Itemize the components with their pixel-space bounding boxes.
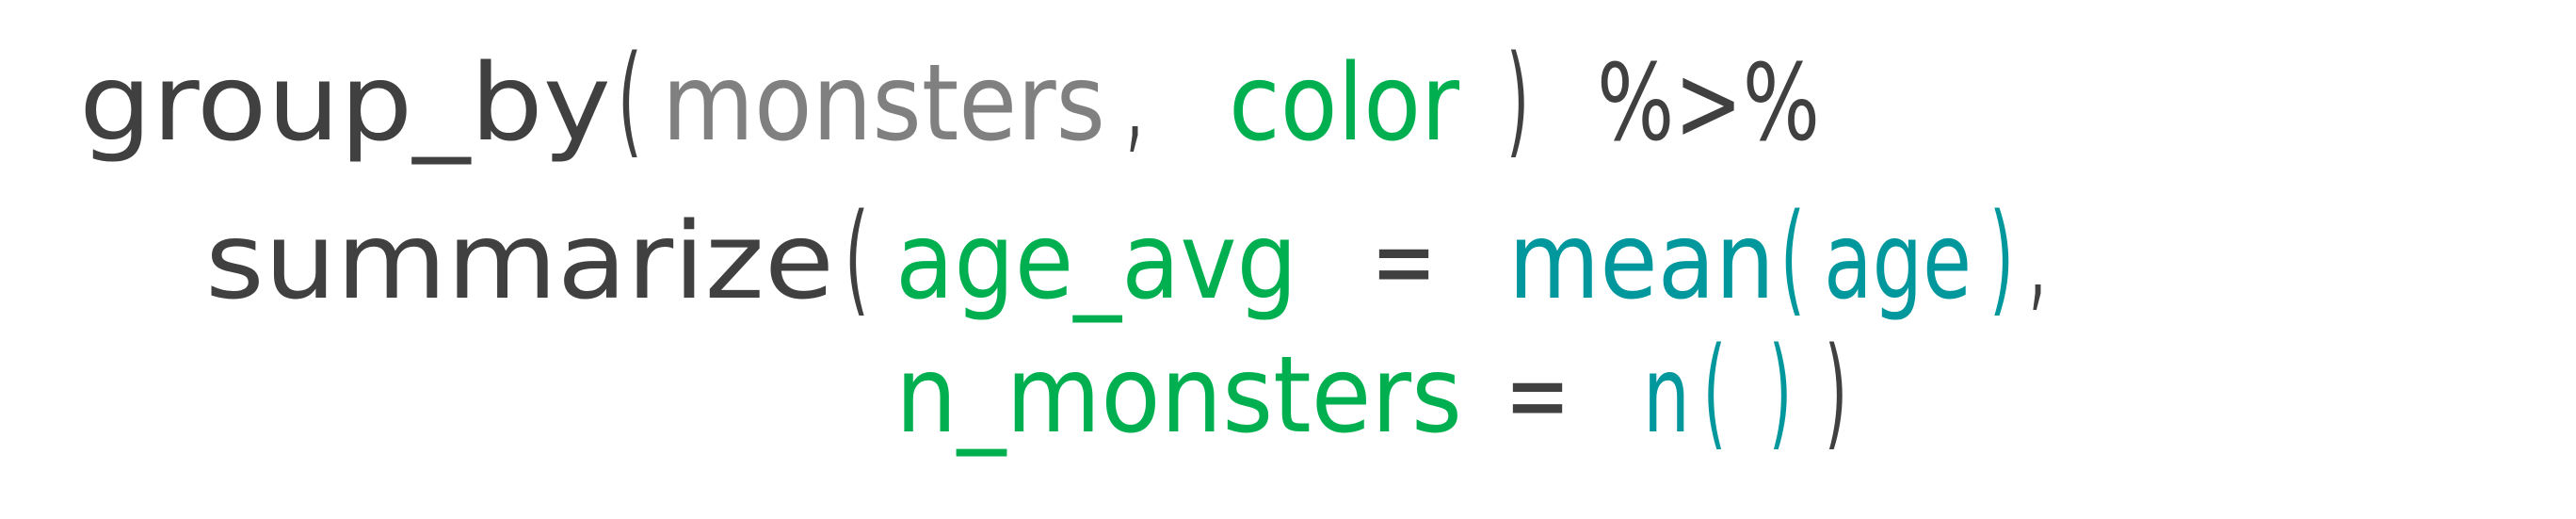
line-group-by: group_by ( monsters , color ) %>% (79, 30, 1820, 170)
close-paren: ) (1825, 322, 1847, 462)
open-paren: ( (1780, 188, 1805, 329)
new-column-name: age_avg (895, 201, 1297, 323)
mean-function: mean (1508, 201, 1775, 323)
summarize-function: summarize (205, 201, 834, 323)
equals-sign: = (1505, 334, 1570, 457)
comma: , (2029, 201, 2046, 323)
close-paren: ) (1989, 188, 2014, 329)
line-n-monsters: n_monsters = n ( ) ) (895, 322, 1847, 462)
code-diagram: group_by ( monsters , color ) %>% summar… (79, 30, 2046, 462)
open-paren: ( (618, 30, 642, 170)
equals-sign: = (1371, 201, 1437, 323)
pipe-operator: %>% (1597, 42, 1820, 165)
close-paren: ) (1506, 30, 1529, 170)
mean-argument: age (1824, 201, 1972, 323)
open-paren: ( (1703, 322, 1726, 462)
open-paren: ( (845, 188, 869, 329)
line-summarize: summarize ( age_avg = mean ( age ) , (205, 188, 2046, 329)
data-argument: monsters (662, 42, 1105, 165)
group-variable: color (1229, 42, 1460, 165)
close-paren: ) (1769, 322, 1792, 462)
n-function: n (1643, 334, 1690, 457)
new-column-name: n_monsters (895, 334, 1462, 457)
comma: , (1126, 42, 1143, 165)
group-by-function: group_by (79, 42, 611, 165)
